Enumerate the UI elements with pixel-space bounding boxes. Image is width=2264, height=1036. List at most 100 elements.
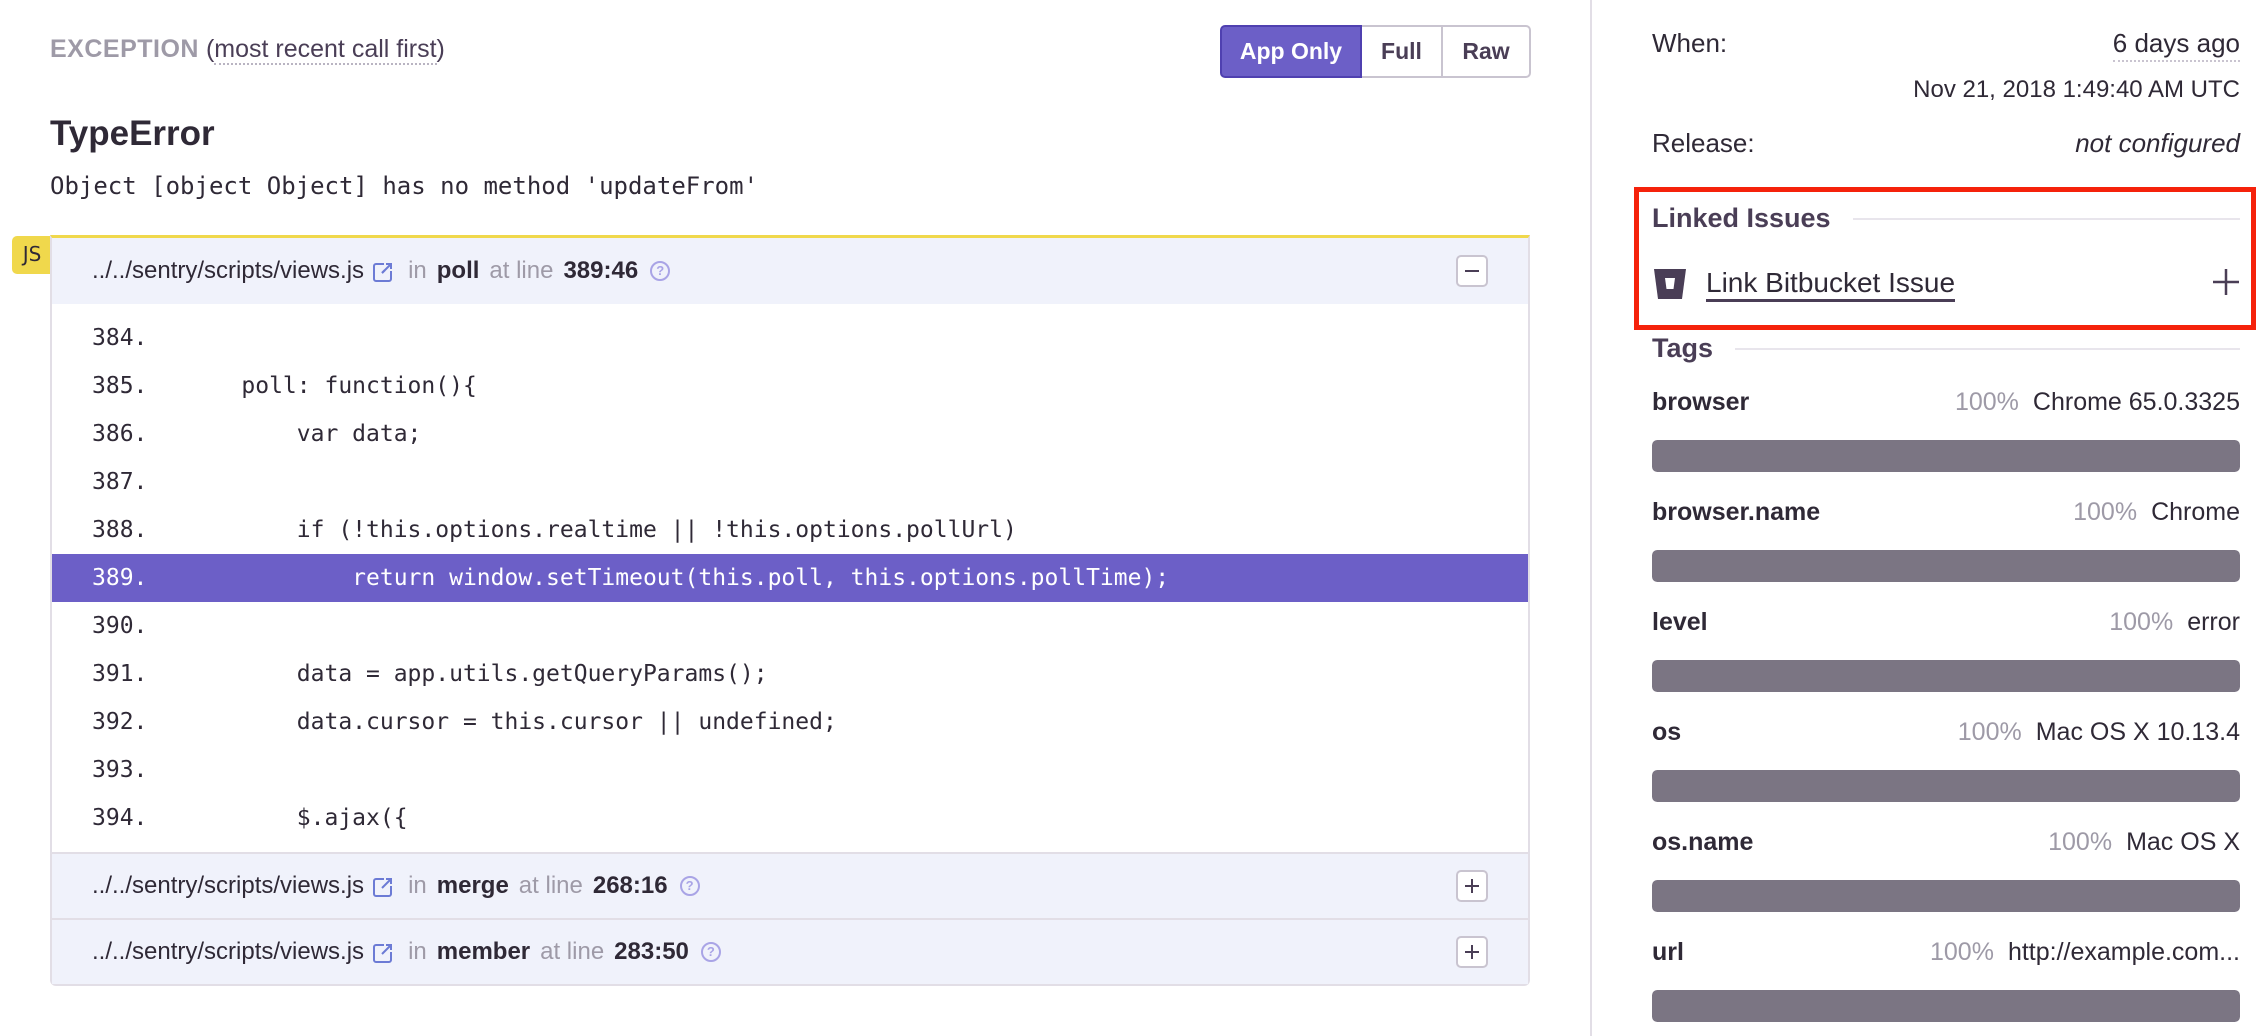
when-value[interactable]: 6 days ago	[2112, 26, 2240, 62]
help-icon[interactable]: ?	[650, 261, 671, 281]
line-source: data.cursor = this.cursor || undefined;	[186, 709, 837, 735]
tag-header: browser 100% Chrome 65.0.3325	[1652, 388, 2240, 422]
raw-button[interactable]: Raw	[1442, 25, 1531, 78]
tag-key[interactable]: level	[1652, 608, 1708, 637]
tag-distribution-bar[interactable]	[1652, 880, 2240, 912]
frame-line-number: 268:16	[592, 872, 668, 899]
frame-in-label: in	[408, 257, 427, 284]
frame-filename: ../../sentry/scripts/views.js	[92, 938, 365, 965]
tag-value: http://example.com...	[2007, 938, 2240, 966]
expand-frame-button[interactable]	[1456, 936, 1488, 968]
line-number: 386.	[92, 421, 148, 447]
help-icon[interactable]: ?	[679, 876, 700, 896]
tag-distribution-fill	[1652, 990, 2240, 1022]
exception-label: EXCEPTION	[50, 35, 199, 63]
tag-key[interactable]: os	[1652, 718, 1681, 747]
tag-header: url 100% http://example.com...	[1652, 938, 2240, 972]
line-source: return window.setTimeout(this.poll, this…	[186, 565, 1170, 591]
expand-frame-button[interactable]	[1456, 870, 1488, 902]
exception-subtitle: (most recent call first)	[206, 35, 445, 65]
tag-value: Mac OS X	[2126, 828, 2240, 856]
code-line: 392. data.cursor = this.cursor || undefi…	[52, 698, 1528, 746]
frame-header[interactable]: ../../sentry/scripts/views.js in merge a…	[52, 852, 1528, 918]
full-button[interactable]: Full	[1362, 25, 1442, 78]
tag-distribution-fill	[1652, 770, 2240, 802]
app-only-button[interactable]: App Only	[1220, 25, 1362, 78]
collapse-frame-button[interactable]	[1456, 255, 1488, 287]
external-link-icon[interactable]	[372, 942, 395, 964]
tag-key[interactable]: browser	[1652, 388, 1749, 417]
release-row: Release: not configured	[1652, 126, 2240, 160]
line-number: 392.	[92, 709, 148, 735]
most-recent-call-first-tooltip[interactable]: most recent call first	[214, 35, 437, 65]
line-source: data = app.utils.getQueryParams();	[186, 661, 768, 687]
tag-url: url 100% http://example.com...	[1652, 938, 2240, 1022]
tag-percent: 100%	[1954, 388, 2019, 416]
tag-distribution-bar[interactable]	[1652, 440, 2240, 472]
frame-function: merge	[436, 872, 509, 899]
tag-level: level 100% error	[1652, 608, 2240, 692]
tag-browser: browser 100% Chrome 65.0.3325	[1652, 388, 2240, 472]
tag-value: error	[2187, 608, 2240, 636]
frame-in-label: in	[408, 938, 427, 965]
frame-function: member	[436, 938, 531, 965]
tag-os-name: os.name 100% Mac OS X	[1652, 828, 2240, 912]
line-source: poll: function(){	[186, 373, 477, 399]
code-line: 390.	[52, 602, 1528, 650]
frame-filename: ../../sentry/scripts/views.js	[92, 257, 365, 284]
frame-header[interactable]: ../../sentry/scripts/views.js in member …	[52, 918, 1528, 984]
code-line: 388. if (!this.options.realtime || !this…	[52, 506, 1528, 554]
external-link-icon[interactable]	[372, 876, 395, 898]
release-value: not configured	[2075, 128, 2240, 158]
line-number: 394.	[92, 805, 148, 831]
line-source: $.ajax({	[186, 805, 408, 831]
tag-distribution-bar[interactable]	[1652, 550, 2240, 582]
when-row: When: 6 days ago	[1652, 26, 2240, 62]
code-line: 384.	[52, 314, 1528, 362]
platform-badge-js: JS	[12, 236, 52, 274]
tag-header: browser.name 100% Chrome	[1652, 498, 2240, 532]
tag-percent: 100%	[2073, 498, 2138, 526]
line-source: if (!this.options.realtime || !this.opti…	[186, 517, 1017, 543]
tag-key[interactable]: url	[1652, 938, 1684, 967]
link-bitbucket-issue-link[interactable]: Link Bitbucket Issue	[1706, 267, 1956, 302]
plus-icon[interactable]	[2212, 268, 2240, 296]
stacktrace: ../../sentry/scripts/views.js in poll at…	[50, 235, 1530, 986]
tag-header: os.name 100% Mac OS X	[1652, 828, 2240, 862]
column-divider	[1590, 0, 1592, 1036]
code-line: 386. var data;	[52, 410, 1528, 458]
frame-at-line-label: at line	[518, 872, 583, 899]
external-link-icon[interactable]	[372, 261, 395, 283]
code-line: 385. poll: function(){	[52, 362, 1528, 410]
exception-panel: EXCEPTION (most recent call first) App O…	[0, 0, 1591, 1036]
section-divider	[1852, 217, 2240, 220]
line-number: 384.	[92, 325, 148, 351]
tag-header: os 100% Mac OS X 10.13.4	[1652, 718, 2240, 752]
error-type: TypeError	[50, 114, 215, 153]
tag-distribution-bar[interactable]	[1652, 770, 2240, 802]
tags-heading: Tags	[1652, 333, 1714, 363]
help-icon[interactable]: ?	[700, 942, 721, 962]
tag-distribution-bar[interactable]	[1652, 660, 2240, 692]
line-number: 393.	[92, 757, 148, 783]
linked-issues-title: Linked Issues	[1652, 203, 2240, 234]
code-line: 393.	[52, 746, 1528, 794]
tag-value: Chrome 65.0.3325	[2032, 388, 2240, 416]
tag-key[interactable]: os.name	[1652, 828, 1753, 857]
frame-line-number: 389:46	[563, 257, 639, 284]
line-number: 387.	[92, 469, 148, 495]
tag-percent: 100%	[2048, 828, 2113, 856]
frame-filename: ../../sentry/scripts/views.js	[92, 872, 365, 899]
when-label: When:	[1652, 28, 1728, 58]
code-line: 394. $.ajax({	[52, 794, 1528, 842]
tag-header: level 100% error	[1652, 608, 2240, 642]
code-line-active: 389. return window.setTimeout(this.poll,…	[52, 554, 1528, 602]
tag-value: Mac OS X 10.13.4	[2035, 718, 2240, 746]
code-line: 387.	[52, 458, 1528, 506]
plus-icon	[1465, 879, 1479, 893]
tag-distribution-bar[interactable]	[1652, 990, 2240, 1022]
frame-header[interactable]: ../../sentry/scripts/views.js in poll at…	[52, 238, 1528, 304]
tag-key[interactable]: browser.name	[1652, 498, 1820, 527]
section-divider	[1735, 347, 2240, 350]
frame-function: poll	[436, 257, 480, 284]
